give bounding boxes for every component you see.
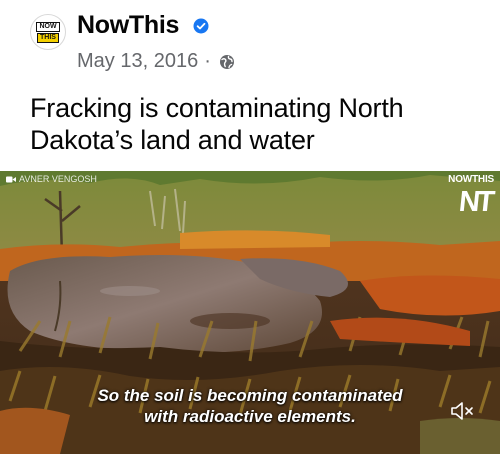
- page-avatar[interactable]: NOW THIS: [30, 14, 66, 50]
- post-header: NOW THIS NowThis May 13, 2016 ·: [0, 0, 500, 82]
- video-caption-line2: with radioactive elements.: [144, 407, 356, 426]
- watermark-text: NOWTHIS: [448, 174, 494, 185]
- meta-separator: ·: [204, 50, 211, 72]
- camera-icon: [6, 176, 16, 182]
- verified-badge-icon: [193, 18, 209, 34]
- video-player[interactable]: AVNER VENGOSH NOWTHIS NT So the soil is …: [0, 171, 500, 454]
- volume-muted-icon[interactable]: [450, 400, 476, 422]
- page-name-link[interactable]: NowThis: [77, 11, 179, 40]
- post-text: Fracking is contaminating North Dakota’s…: [30, 93, 404, 155]
- video-caption-line1: So the soil is becoming contaminated: [97, 386, 403, 405]
- post-date-link[interactable]: May 13, 2016: [77, 50, 198, 73]
- video-credit: AVNER VENGOSH: [6, 174, 97, 184]
- watermark-logo: NT: [457, 186, 494, 218]
- logo-this-text: THIS: [37, 32, 59, 43]
- globe-icon: [219, 54, 234, 69]
- post-meta: May 13, 2016 ·: [77, 50, 235, 73]
- logo-now-text: NOW: [36, 21, 60, 32]
- video-credit-text: AVNER VENGOSH: [19, 174, 97, 184]
